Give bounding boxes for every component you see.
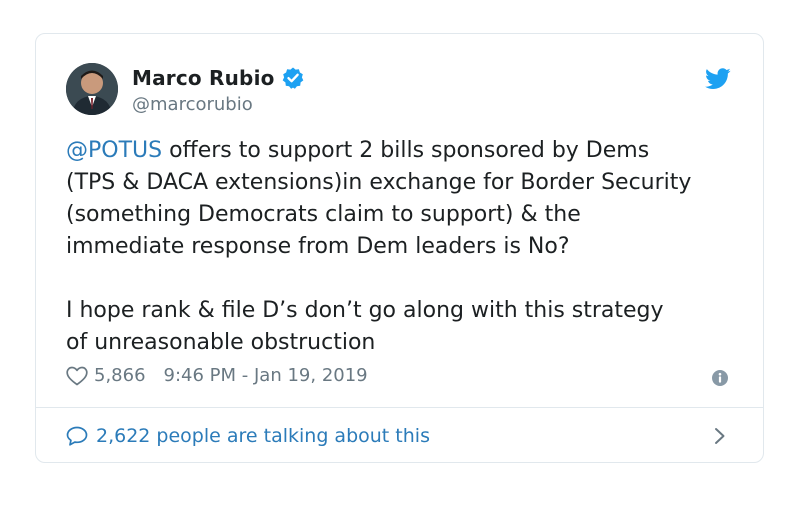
info-icon[interactable] [711, 369, 729, 387]
tweet-text-segment: offers to support 2 bills sponsored by D… [162, 138, 650, 163]
tweet-card: Marco Rubio @marcorubio @POTUS offers to… [35, 33, 764, 463]
heart-icon[interactable] [66, 366, 88, 386]
author-name-row: Marco Rubio [132, 66, 305, 90]
tweet-header: Marco Rubio @marcorubio [66, 62, 733, 118]
tweet-meta: 5,866 9:46 PM - Jan 19, 2019 [66, 365, 368, 386]
conversation-count-label: 2,622 people are talking about this [96, 424, 430, 447]
verified-icon [281, 66, 305, 90]
conversation-link[interactable]: 2,622 people are talking about this [66, 408, 733, 463]
tweet-timestamp[interactable]: 9:46 PM - Jan 19, 2019 [164, 365, 368, 386]
tweet-text-line: I hope rank & file D’s don’t go along wi… [66, 298, 664, 323]
avatar[interactable] [66, 63, 118, 115]
like-count[interactable]: 5,866 [94, 365, 146, 386]
mention-link[interactable]: @POTUS [66, 138, 162, 163]
tweet-text-line: immediate response from Dem leaders is N… [66, 234, 570, 259]
tweet-text-line: @POTUS offers to support 2 bills sponsor… [66, 135, 746, 167]
tweet-text: @POTUS offers to support 2 bills sponsor… [66, 135, 746, 359]
tweet-text-line: (TPS & DACA extensions)in exchange for B… [66, 170, 692, 195]
twitter-bird-icon[interactable] [705, 68, 731, 90]
chevron-right-icon [713, 426, 727, 446]
author-handle[interactable]: @marcorubio [132, 94, 253, 115]
speech-bubble-icon [66, 426, 88, 446]
tweet-text-line: of unreasonable obstruction [66, 330, 376, 355]
author-name[interactable]: Marco Rubio [132, 66, 275, 90]
tweet-text-line: (something Democrats claim to support) &… [66, 202, 581, 227]
